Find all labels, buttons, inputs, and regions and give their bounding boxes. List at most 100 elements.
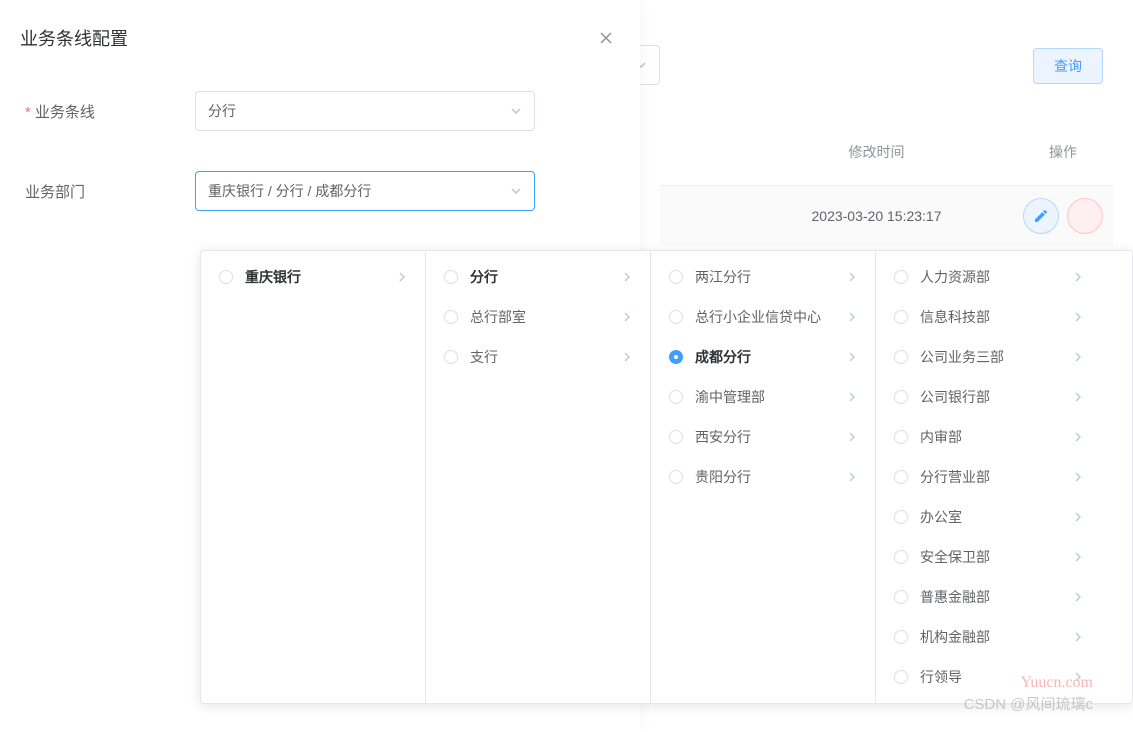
cascader-item[interactable]: 普惠金融部 [876, 577, 1101, 617]
radio-icon[interactable] [669, 470, 683, 484]
cascader-item-label: 贵阳分行 [695, 467, 847, 487]
chevron-right-icon [1073, 432, 1083, 442]
cascader-item[interactable]: 西安分行 [651, 417, 875, 457]
cascader-item-label: 总行小企业信贷中心 [695, 307, 847, 327]
table-row: 2023-03-20 15:23:17 [660, 185, 1113, 245]
business-dept-cascader[interactable]: 重庆银行 / 分行 / 成都分行 [195, 171, 535, 211]
cascader-item[interactable]: 机构金融部 [876, 617, 1101, 657]
radio-icon[interactable] [894, 270, 908, 284]
cascader-item-label: 信息科技部 [920, 307, 1073, 327]
radio-icon[interactable] [894, 670, 908, 684]
cascader-item-label: 公司银行部 [920, 387, 1073, 407]
cascader-panel: 两江分行总行小企业信贷中心成都分行渝中管理部西安分行贵阳分行 [651, 251, 876, 703]
cascader-item[interactable]: 支行 [426, 337, 650, 377]
cascader-item-label: 西安分行 [695, 427, 847, 447]
chevron-right-icon [1073, 472, 1083, 482]
cascader-item[interactable]: 内审部 [876, 417, 1101, 457]
radio-icon[interactable] [894, 590, 908, 604]
chevron-right-icon [1073, 272, 1083, 282]
radio-icon[interactable] [219, 270, 233, 284]
cascader-value: 重庆银行 / 分行 / 成都分行 [208, 181, 371, 201]
cascader-item[interactable]: 两江分行 [651, 257, 875, 297]
cascader-item-label: 公司业务三部 [920, 347, 1073, 367]
cascader-item-label: 两江分行 [695, 267, 847, 287]
radio-icon[interactable] [894, 630, 908, 644]
select-value: 分行 [208, 101, 236, 121]
radio-icon[interactable] [669, 390, 683, 404]
chevron-right-icon [1073, 352, 1083, 362]
cascader-dropdown: 重庆银行分行总行部室支行两江分行总行小企业信贷中心成都分行渝中管理部西安分行贵阳… [200, 250, 1133, 704]
chevron-right-icon [847, 432, 857, 442]
radio-icon[interactable] [669, 270, 683, 284]
chevron-right-icon [397, 272, 407, 282]
cascader-item-label: 重庆银行 [245, 267, 397, 287]
field-label-business-dept: 业务部门 [20, 181, 195, 202]
cascader-item[interactable]: 办公室 [876, 497, 1101, 537]
chevron-right-icon [1073, 392, 1083, 402]
radio-icon[interactable] [669, 430, 683, 444]
cascader-item[interactable]: 成都分行 [651, 337, 875, 377]
chevron-down-icon [510, 105, 522, 117]
radio-icon[interactable] [444, 350, 458, 364]
radio-icon[interactable] [894, 390, 908, 404]
chevron-right-icon [622, 312, 632, 322]
radio-icon[interactable] [669, 310, 683, 324]
cascader-item[interactable]: 总行小企业信贷中心 [651, 297, 875, 337]
chevron-right-icon [1073, 512, 1083, 522]
radio-icon[interactable] [894, 550, 908, 564]
cascader-item[interactable]: 贵阳分行 [651, 457, 875, 497]
cascader-item[interactable]: 公司业务三部 [876, 337, 1101, 377]
watermark-csdn: CSDN @风间琉璃c [964, 693, 1093, 714]
radio-icon[interactable] [894, 350, 908, 364]
cascader-item-label: 办公室 [920, 507, 1073, 527]
radio-icon[interactable] [444, 270, 458, 284]
radio-icon[interactable] [894, 310, 908, 324]
cascader-item[interactable]: 安全保卫部 [876, 537, 1101, 577]
col-header-action: 操作 [1013, 142, 1113, 162]
cascader-item[interactable]: 信息科技部 [876, 297, 1101, 337]
cascader-item-label: 分行营业部 [920, 467, 1073, 487]
chevron-right-icon [1073, 632, 1083, 642]
cascader-item[interactable]: 渝中管理部 [651, 377, 875, 417]
radio-icon[interactable] [894, 510, 908, 524]
cascader-item-label: 普惠金融部 [920, 587, 1073, 607]
modal-title: 业务条线配置 [20, 25, 620, 51]
chevron-down-icon [510, 185, 522, 197]
chevron-right-icon [847, 352, 857, 362]
cascader-item-label: 内审部 [920, 427, 1073, 447]
cascader-item[interactable]: 重庆银行 [201, 257, 425, 297]
cascader-item[interactable]: 分行营业部 [876, 457, 1101, 497]
delete-button[interactable] [1067, 198, 1103, 234]
watermark-yuucn: Yuucn.com [1021, 674, 1093, 692]
cascader-item[interactable]: 人力资源部 [876, 257, 1101, 297]
cascader-item[interactable]: 总行部室 [426, 297, 650, 337]
radio-icon[interactable] [444, 310, 458, 324]
cascader-item-label: 总行部室 [470, 307, 622, 327]
cascader-item-label: 分行 [470, 267, 622, 287]
business-line-select[interactable]: 分行 [195, 91, 535, 131]
chevron-right-icon [622, 352, 632, 362]
chevron-right-icon [847, 272, 857, 282]
cell-modify-time: 2023-03-20 15:23:17 [660, 208, 1013, 224]
cascader-item-label: 支行 [470, 347, 622, 367]
cascader-panel: 分行总行部室支行 [426, 251, 651, 703]
edit-button[interactable] [1023, 198, 1059, 234]
chevron-right-icon [847, 312, 857, 322]
radio-icon[interactable] [669, 350, 683, 364]
field-label-business-line: *业务条线 [20, 101, 195, 122]
query-button[interactable]: 查询 [1033, 48, 1103, 84]
cascader-item-label: 安全保卫部 [920, 547, 1073, 567]
chevron-right-icon [847, 472, 857, 482]
cascader-item[interactable]: 公司银行部 [876, 377, 1101, 417]
col-header-time: 修改时间 [660, 142, 1013, 162]
close-icon[interactable] [596, 28, 616, 48]
radio-icon[interactable] [894, 430, 908, 444]
radio-icon[interactable] [894, 470, 908, 484]
cascader-panel: 人力资源部信息科技部公司业务三部公司银行部内审部分行营业部办公室安全保卫部普惠金… [876, 251, 1101, 703]
required-asterisk: * [25, 104, 31, 121]
chevron-right-icon [1073, 312, 1083, 322]
cascader-item-label: 机构金融部 [920, 627, 1073, 647]
table-header: 修改时间 操作 [660, 130, 1113, 174]
chevron-right-icon [847, 392, 857, 402]
cascader-item[interactable]: 分行 [426, 257, 650, 297]
